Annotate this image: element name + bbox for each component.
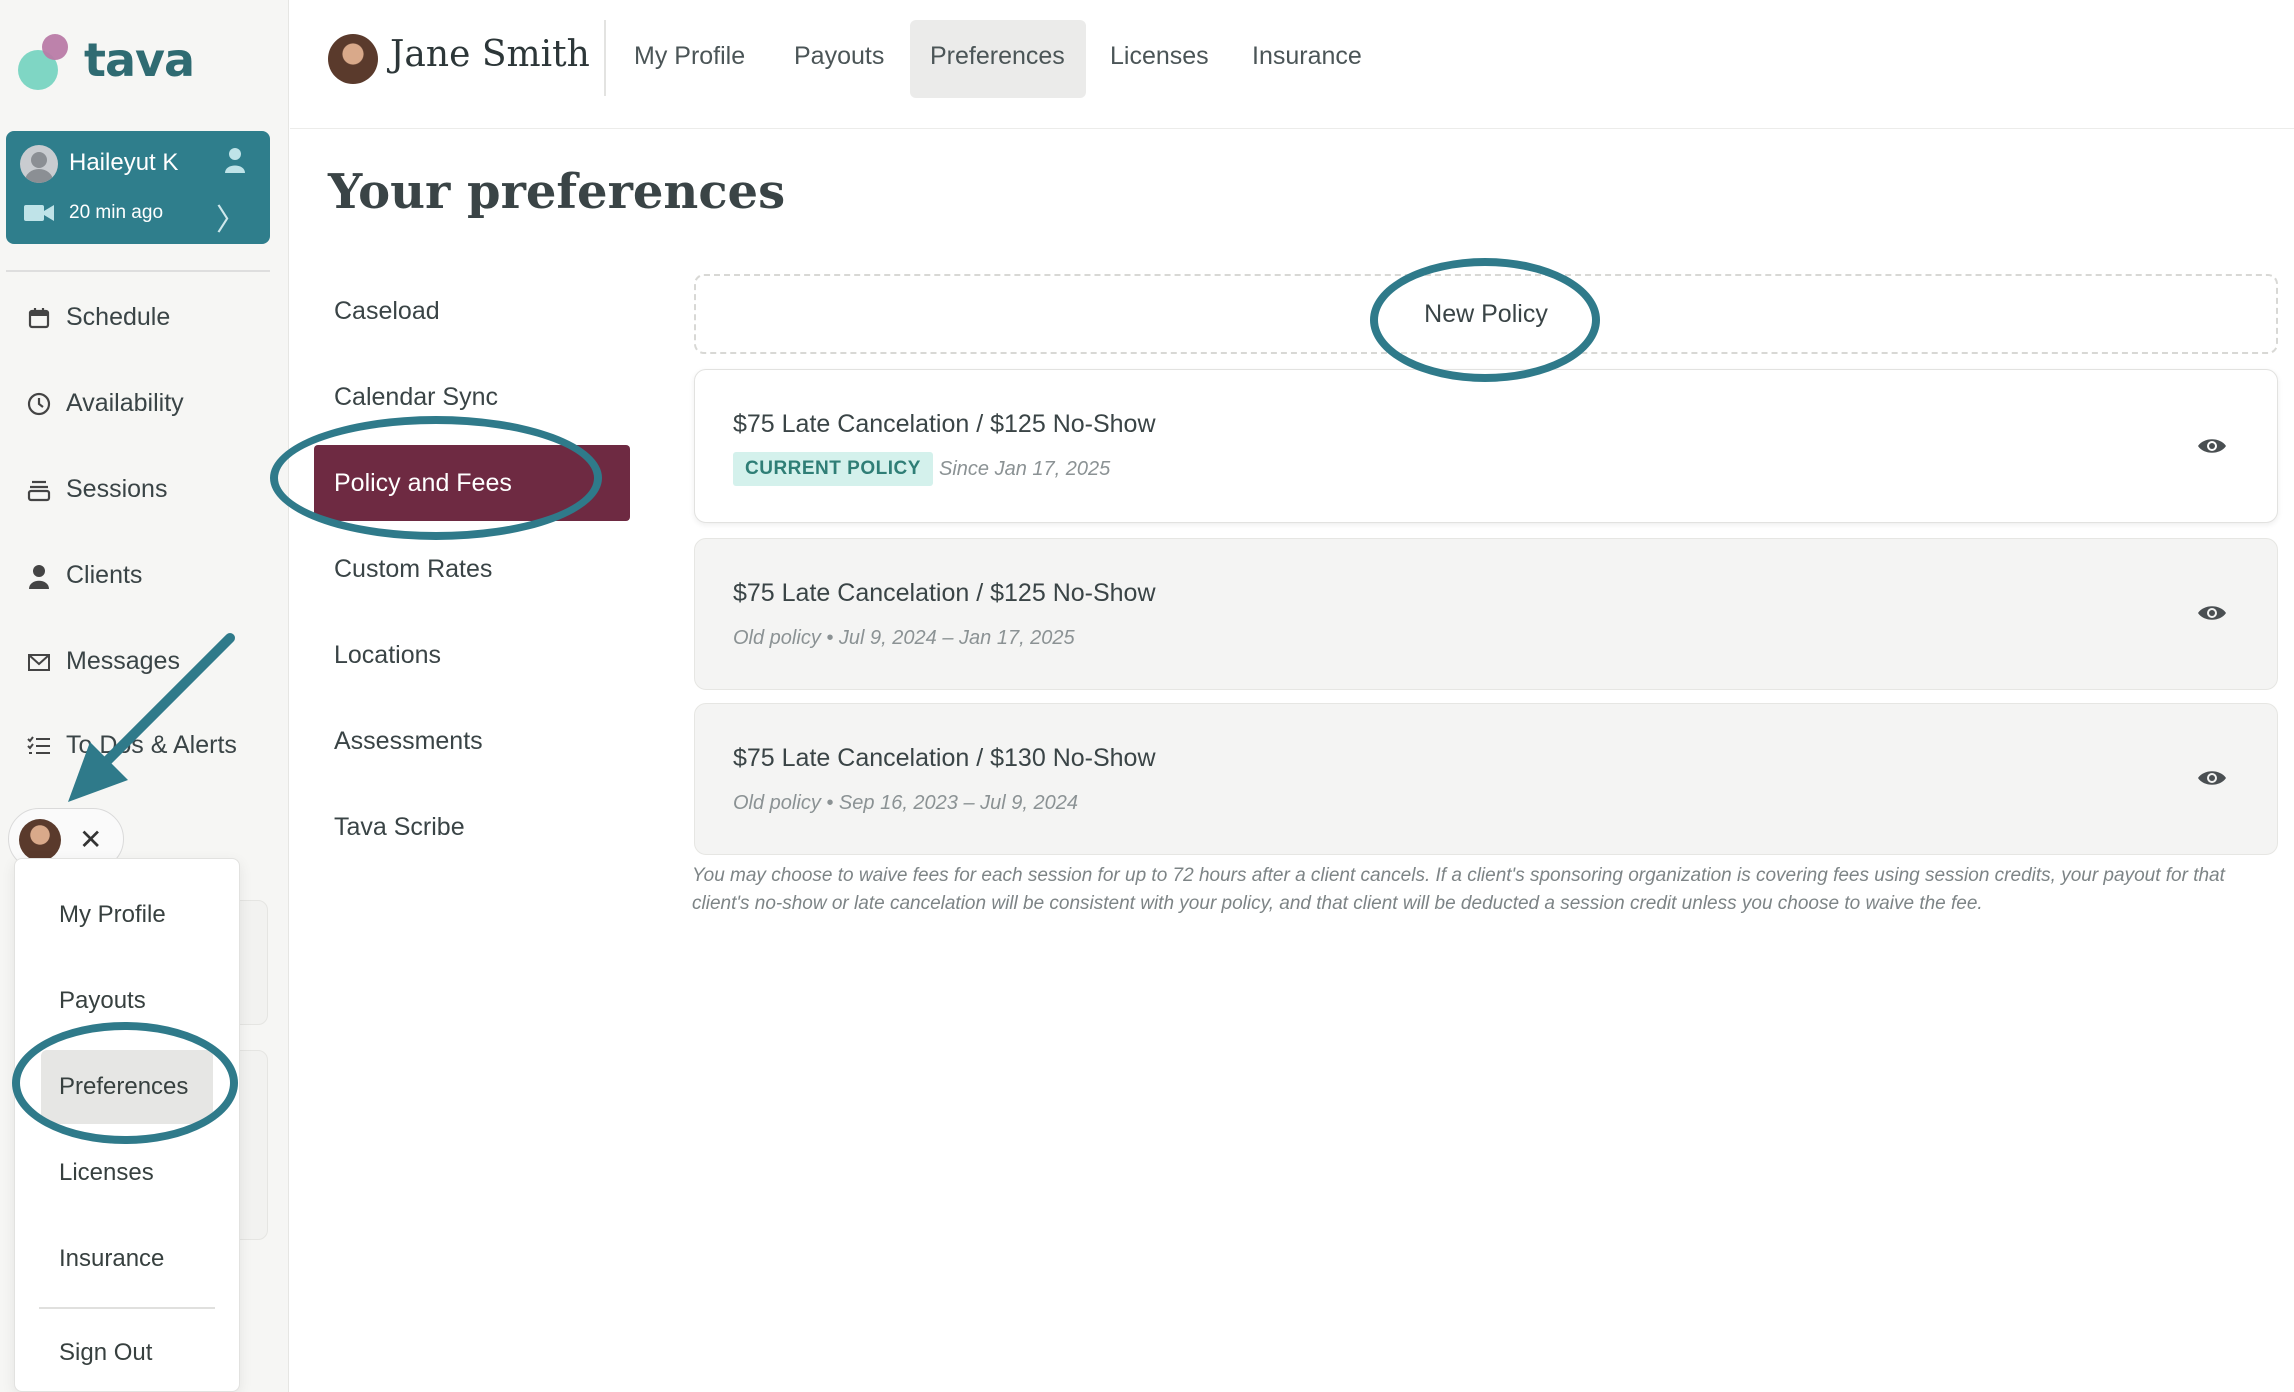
user-avatar: [328, 34, 378, 84]
current-policy-card[interactable]: $75 Late Cancelation / $125 No-Show CURR…: [694, 369, 2278, 523]
tava-logo[interactable]: tava: [18, 32, 195, 90]
envelope-icon: [28, 653, 50, 671]
eye-icon[interactable]: [2197, 603, 2227, 623]
subnav-assessments[interactable]: Assessments: [334, 727, 483, 756]
calendar-icon: [28, 307, 50, 328]
sidebar-item-label: Clients: [66, 561, 143, 589]
checklist-icon: [27, 735, 50, 754]
sidebar-item-label: Schedule: [66, 303, 171, 331]
sidebar-item-clients[interactable]: Clients: [26, 561, 142, 590]
sidebar-item-sessions[interactable]: Sessions: [26, 475, 167, 504]
eye-icon[interactable]: [2197, 768, 2227, 788]
logo-mark-icon: [18, 32, 74, 90]
top-bar: Jane Smith My Profile Payouts Preference…: [290, 0, 2294, 129]
policy-footnote: You may choose to waive fees for each se…: [692, 865, 2225, 914]
menu-item-insurance[interactable]: Insurance: [59, 1245, 164, 1273]
subnav-tava-scribe[interactable]: Tava Scribe: [334, 813, 465, 842]
session-client-name: Haileyut K: [69, 149, 179, 176]
tab-licenses[interactable]: Licenses: [1110, 42, 1209, 71]
annotation-circle: [1370, 258, 1600, 382]
page-title: Your preferences: [328, 164, 786, 220]
policy-title: $75 Late Cancelation / $125 No-Show: [733, 579, 1156, 607]
person-icon: [29, 564, 49, 589]
video-camera-icon: [24, 205, 54, 221]
divider: [6, 270, 270, 272]
old-policy-card[interactable]: $75 Late Cancelation / $125 No-Show Old …: [694, 538, 2278, 690]
sidebar-item-label: Sessions: [66, 475, 168, 503]
tab-insurance[interactable]: Insurance: [1252, 42, 1362, 71]
divider: [39, 1307, 215, 1309]
annotation-arrow-icon: [68, 633, 235, 802]
upcoming-session-card[interactable]: Haileyut K 20 min ago 〉: [6, 131, 270, 244]
policy-since: Since Jan 17, 2025: [939, 458, 1111, 480]
eye-icon[interactable]: [2197, 436, 2227, 456]
subnav-caseload[interactable]: Caseload: [334, 297, 440, 326]
menu-item-payouts[interactable]: Payouts: [59, 987, 146, 1015]
chevron-right-icon[interactable]: 〉: [216, 195, 246, 239]
tab-preferences[interactable]: Preferences: [930, 42, 1065, 71]
session-time: 20 min ago: [69, 202, 164, 223]
divider: [604, 20, 606, 96]
sidebar-item-schedule[interactable]: Schedule: [26, 303, 170, 332]
subnav-calendar-sync[interactable]: Calendar Sync: [334, 383, 498, 412]
tab-payouts[interactable]: Payouts: [794, 42, 884, 71]
menu-item-sign-out[interactable]: Sign Out: [59, 1339, 152, 1367]
annotation-circle: [270, 416, 602, 540]
annotation-circle: [12, 1022, 238, 1144]
client-avatar: [20, 145, 58, 183]
subnav-custom-rates[interactable]: Custom Rates: [334, 555, 492, 584]
user-avatar: [19, 819, 61, 861]
person-icon: [225, 148, 245, 173]
close-icon[interactable]: ✕: [79, 823, 102, 856]
user-name: Jane Smith: [390, 34, 590, 75]
menu-item-my-profile[interactable]: My Profile: [59, 901, 166, 929]
logo-text: tava: [84, 33, 195, 87]
policy-dates: Old policy • Jul 9, 2024 – Jan 17, 2025: [733, 627, 1075, 649]
app-root: tava Haileyut K 20 min ago 〉 Schedule Av…: [0, 0, 2294, 1392]
policy-title: $75 Late Cancelation / $130 No-Show: [733, 744, 1156, 772]
clock-icon: [27, 392, 51, 415]
sidebar-item-availability[interactable]: Availability: [26, 389, 184, 418]
old-policy-card[interactable]: $75 Late Cancelation / $130 No-Show Old …: [694, 703, 2278, 855]
stack-icon: [27, 480, 51, 501]
menu-item-licenses[interactable]: Licenses: [59, 1159, 154, 1187]
sidebar-item-label: Availability: [66, 389, 184, 417]
policy-dates: Old policy • Sep 16, 2023 – Jul 9, 2024: [733, 792, 1079, 814]
tab-my-profile[interactable]: My Profile: [634, 42, 745, 71]
subnav-locations[interactable]: Locations: [334, 641, 441, 670]
status-badge: CURRENT POLICY: [733, 452, 933, 486]
policy-title: $75 Late Cancelation / $125 No-Show: [733, 410, 1156, 438]
